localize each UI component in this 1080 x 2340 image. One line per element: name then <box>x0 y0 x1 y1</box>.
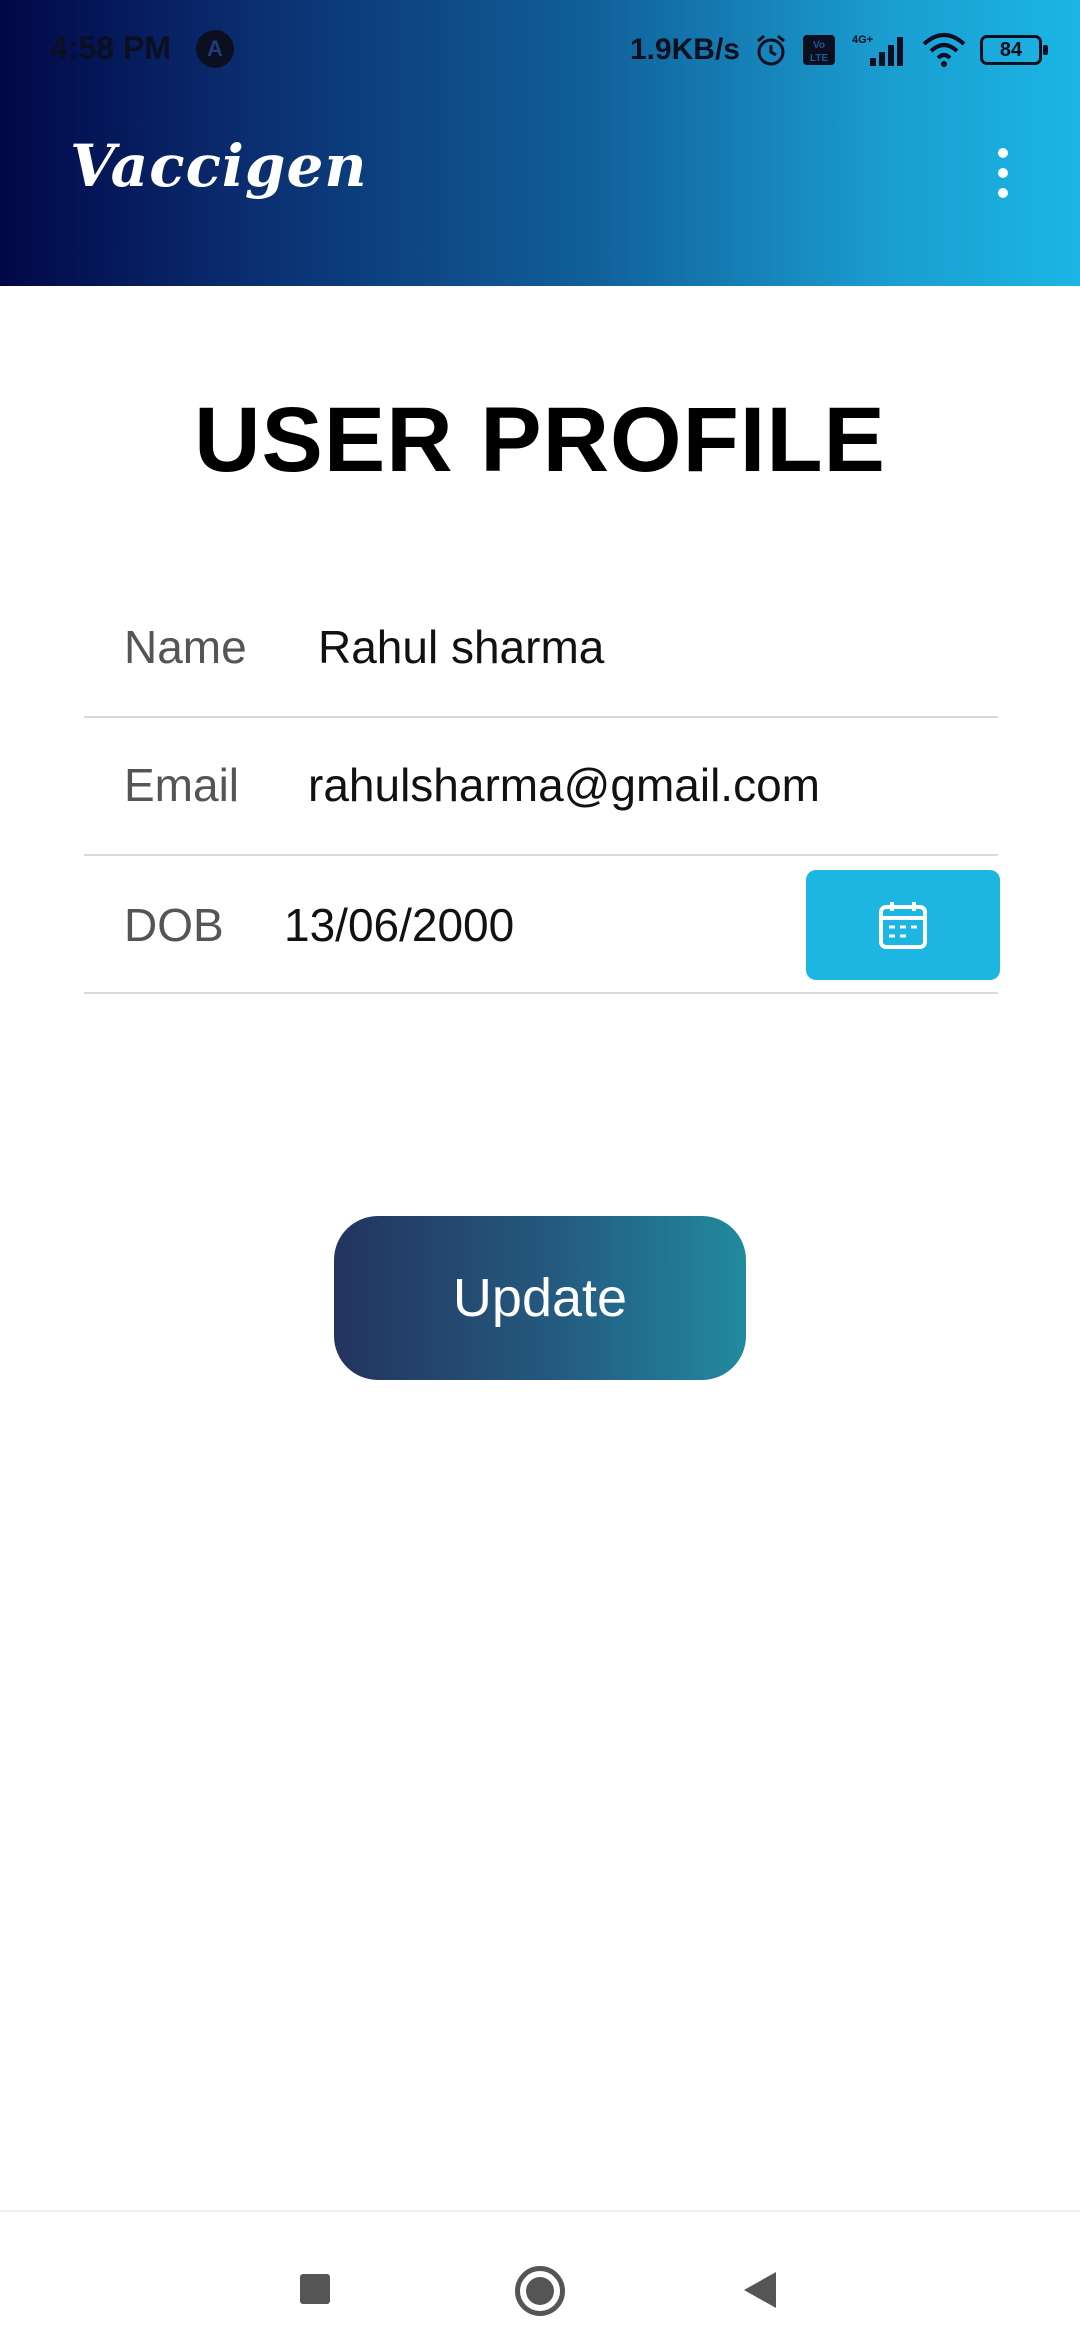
email-field[interactable]: rahulsharma@gmail.com <box>308 758 820 812</box>
volte-icon: Vo LTE <box>803 35 835 65</box>
email-label: Email <box>124 759 240 811</box>
update-button[interactable]: Update <box>334 1216 746 1380</box>
back-icon[interactable] <box>744 2272 776 2308</box>
system-nav-bar <box>0 2210 1080 2340</box>
signal-label: 4G+ <box>852 34 873 46</box>
overflow-menu-icon[interactable] <box>990 148 1016 198</box>
dob-row: DOB 13/06/2000 <box>84 854 1000 994</box>
name-label: Name <box>124 621 247 673</box>
recents-icon[interactable] <box>300 2274 330 2304</box>
status-time: 4:58 PM <box>50 30 171 66</box>
date-picker-button[interactable] <box>806 870 1000 980</box>
a-icon: A <box>196 30 234 68</box>
svg-text:LTE: LTE <box>810 53 828 64</box>
battery-icon: 84 <box>980 35 1048 65</box>
alarm-icon <box>757 34 785 66</box>
calendar-icon <box>879 902 927 949</box>
dob-field[interactable]: 13/06/2000 <box>284 898 514 952</box>
wifi-icon <box>922 33 966 67</box>
dob-label: DOB <box>124 899 224 951</box>
email-row: Email rahulsharma@gmail.com <box>84 716 998 856</box>
signal-icon: 4G+ <box>852 34 903 66</box>
app-bar: 4:58 PM A 1.9KB/s Vo LTE 4G+ 84 Vaccigen <box>0 0 1080 286</box>
home-icon[interactable] <box>515 2266 565 2316</box>
status-bar: 4:58 PM A 1.9KB/s Vo LTE 4G+ 84 <box>0 0 1080 96</box>
net-speed: 1.9KB/s <box>629 33 740 66</box>
page-title: USER PROFILE <box>194 389 886 491</box>
name-row: Name Rahul sharma <box>84 578 998 718</box>
name-field[interactable]: Rahul sharma <box>318 620 604 674</box>
svg-text:Vo: Vo <box>813 40 825 51</box>
status-icons: 1.9KB/s Vo LTE 4G+ 84 <box>629 28 1048 72</box>
app-brand: Vaccigen <box>70 132 368 200</box>
